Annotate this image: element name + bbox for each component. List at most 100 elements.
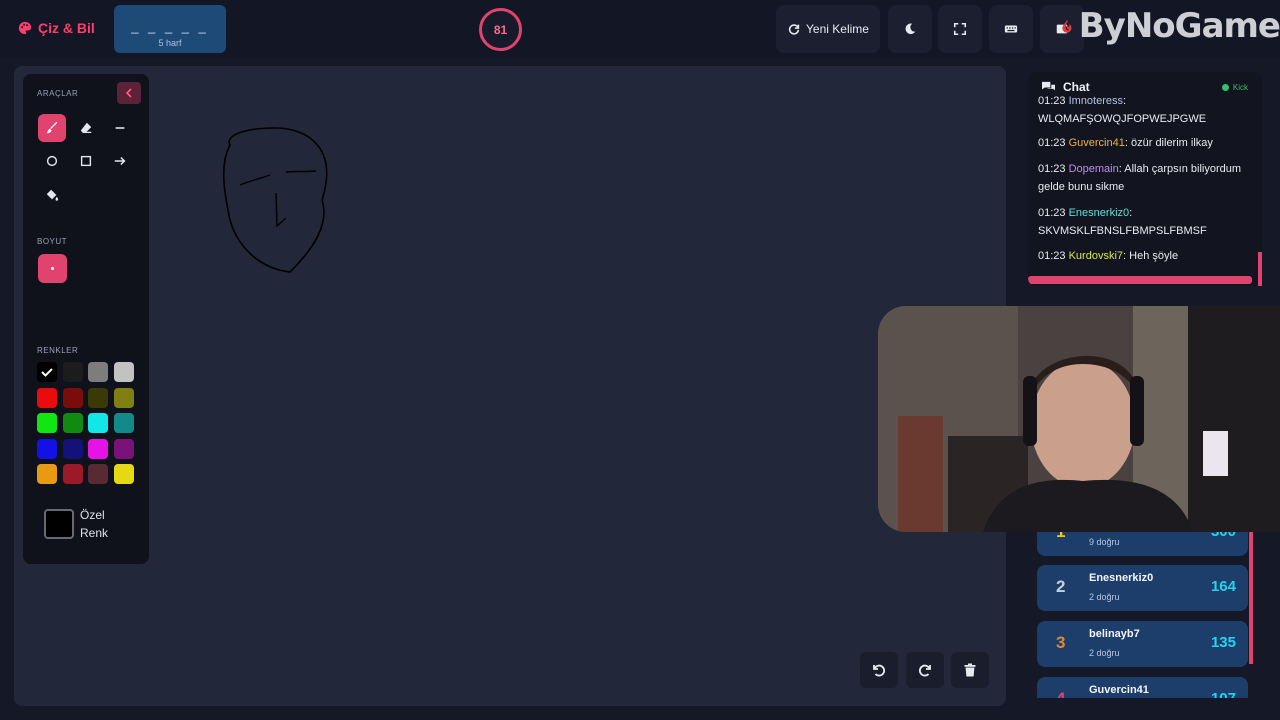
player-correct-count: 2 doğru (1089, 592, 1120, 602)
leaderboard-row: 3 belinayb7 2 doğru 135 (1037, 621, 1248, 667)
custom-color-picker[interactable] (44, 509, 74, 539)
palette-icon (18, 21, 32, 35)
player-correct-count: 2 doğru (1089, 648, 1120, 658)
chat-title: Chat (1063, 80, 1090, 94)
rectangle-tool[interactable] (72, 147, 100, 175)
leaderboard-scrollbar[interactable] (1249, 530, 1253, 664)
player-rank: 3 (1056, 633, 1066, 652)
keyboard-button[interactable] (989, 5, 1033, 53)
player-name: belinayb7 (1089, 628, 1140, 640)
circle-icon (46, 155, 58, 167)
eraser-icon (80, 122, 92, 134)
clear-canvas-button[interactable] (951, 652, 989, 688)
message-time: 01:23 (1038, 250, 1066, 262)
collapse-tools-button[interactable] (117, 82, 141, 104)
checkmark-icon (41, 368, 53, 377)
undo-button[interactable] (860, 652, 898, 688)
brush-tool[interactable] (38, 114, 66, 142)
leaderboard-row: 4 Guvercin41 107 (1037, 677, 1248, 698)
player-correct-count: 9 doğru (1089, 537, 1120, 547)
chat-panel: Chat Kick 01:23 Imnoteress: WLQMAFŞOWQJFO… (1028, 72, 1262, 286)
message-user: Kurdovski7 (1068, 250, 1124, 262)
word-hint-box: _ _ _ _ _ 5 harf (114, 5, 226, 53)
round-timer: 81 (479, 8, 522, 51)
color-swatch[interactable] (37, 362, 57, 382)
word-blanks: _ _ _ _ _ (131, 19, 209, 34)
message-user: Enesnerkiz0 (1068, 207, 1130, 219)
color-swatch[interactable] (62, 413, 83, 433)
dark-mode-button[interactable] (888, 5, 932, 53)
redo-button[interactable] (906, 652, 944, 688)
brand: Çiz & Bil (18, 20, 95, 36)
fullscreen-button[interactable] (938, 5, 982, 53)
tools-section-label: ARAÇLAR (37, 89, 79, 98)
color-swatch[interactable] (37, 387, 57, 408)
moon-icon (905, 23, 916, 35)
eraser-tool[interactable] (72, 114, 100, 142)
line-tool[interactable] (106, 114, 134, 142)
top-bar: Çiz & Bil _ _ _ _ _ 5 harf 81 Yeni Kelim… (0, 0, 1280, 58)
color-swatch[interactable] (113, 362, 134, 382)
arrow-tool[interactable] (106, 147, 134, 175)
player-rank: 2 (1056, 577, 1066, 596)
message-time: 01:23 (1038, 96, 1066, 107)
chat-messages: 01:23 Imnoteress: WLQMAFŞOWQJFOPWEJPGWE 0… (1038, 96, 1250, 270)
player-rank: 4 (1056, 689, 1065, 698)
flame-logo-icon (1062, 19, 1072, 33)
chat-input-bar[interactable] (1028, 276, 1252, 284)
redo-icon (919, 664, 931, 677)
chevron-left-icon (125, 88, 132, 98)
new-word-label: Yeni Kelime (806, 22, 869, 36)
color-swatch[interactable] (88, 464, 108, 484)
message-text: Heh şöyle (1129, 250, 1179, 262)
color-swatch[interactable] (37, 438, 57, 459)
message-user: Guvercin41 (1068, 137, 1125, 149)
chat-status-label: Kick (1232, 83, 1248, 92)
fill-tool[interactable] (38, 181, 66, 209)
leaderboard-row: 2 Enesnerkiz0 2 doğru 164 (1037, 565, 1248, 611)
new-word-button[interactable]: Yeni Kelime (776, 5, 880, 53)
message-time: 01:23 (1038, 137, 1066, 149)
paint-bucket-icon (46, 189, 59, 201)
message-text: WLQMAFŞOWQJFOPWEJPGWE (1038, 113, 1207, 125)
webcam-overlay (878, 306, 1280, 532)
brush-icon (46, 121, 58, 134)
undo-icon (873, 664, 885, 677)
color-swatch[interactable] (113, 438, 134, 459)
word-length: 5 harf (158, 38, 182, 48)
square-icon (80, 155, 92, 167)
chat-bubbles-icon (1042, 81, 1055, 90)
message-user: Imnoteress (1068, 96, 1124, 107)
color-swatch[interactable] (62, 362, 83, 382)
drawing-canvas[interactable] (14, 66, 1006, 706)
refresh-icon (788, 24, 800, 35)
size-dot-icon (51, 267, 54, 270)
color-swatch[interactable] (113, 413, 134, 433)
circle-tool[interactable] (38, 147, 66, 175)
brush-size-small[interactable] (38, 254, 67, 283)
chat-message: 01:23 Enesnerkiz0: SKVMSKLFBNSLFBMPSLFBMS… (1038, 207, 1207, 237)
color-swatch[interactable] (62, 438, 83, 459)
colors-section-label: RENKLER (37, 346, 79, 355)
trash-icon (964, 663, 976, 677)
chat-scrollbar[interactable] (1258, 252, 1262, 286)
color-swatch[interactable] (88, 387, 108, 408)
color-swatch[interactable] (37, 413, 57, 433)
color-swatch[interactable] (62, 387, 83, 408)
color-swatch[interactable] (62, 464, 83, 484)
color-swatch[interactable] (37, 464, 57, 484)
chat-message: 01:23 Imnoteress: WLQMAFŞOWQJFOPWEJPGWE (1038, 96, 1207, 125)
message-time: 01:23 (1038, 163, 1066, 175)
custom-color-label: Özel Renk (80, 508, 109, 540)
chat-message: 01:23 Guvercin41: özür dilerim ilkay (1038, 137, 1213, 149)
color-swatch[interactable] (113, 464, 134, 484)
color-swatch[interactable] (88, 362, 108, 382)
message-time: 01:23 (1038, 207, 1066, 219)
line-icon (115, 127, 125, 129)
color-swatch[interactable] (88, 438, 108, 459)
color-swatch[interactable] (113, 387, 134, 408)
color-swatch[interactable] (88, 413, 108, 433)
leaderboard: 1 9 doğru 300 2 Enesnerkiz0 2 doğru 164 … (1024, 530, 1262, 698)
message-text: özür dilerim ilkay (1130, 137, 1213, 149)
leaderboard-row: 1 9 doğru 300 (1037, 530, 1248, 556)
